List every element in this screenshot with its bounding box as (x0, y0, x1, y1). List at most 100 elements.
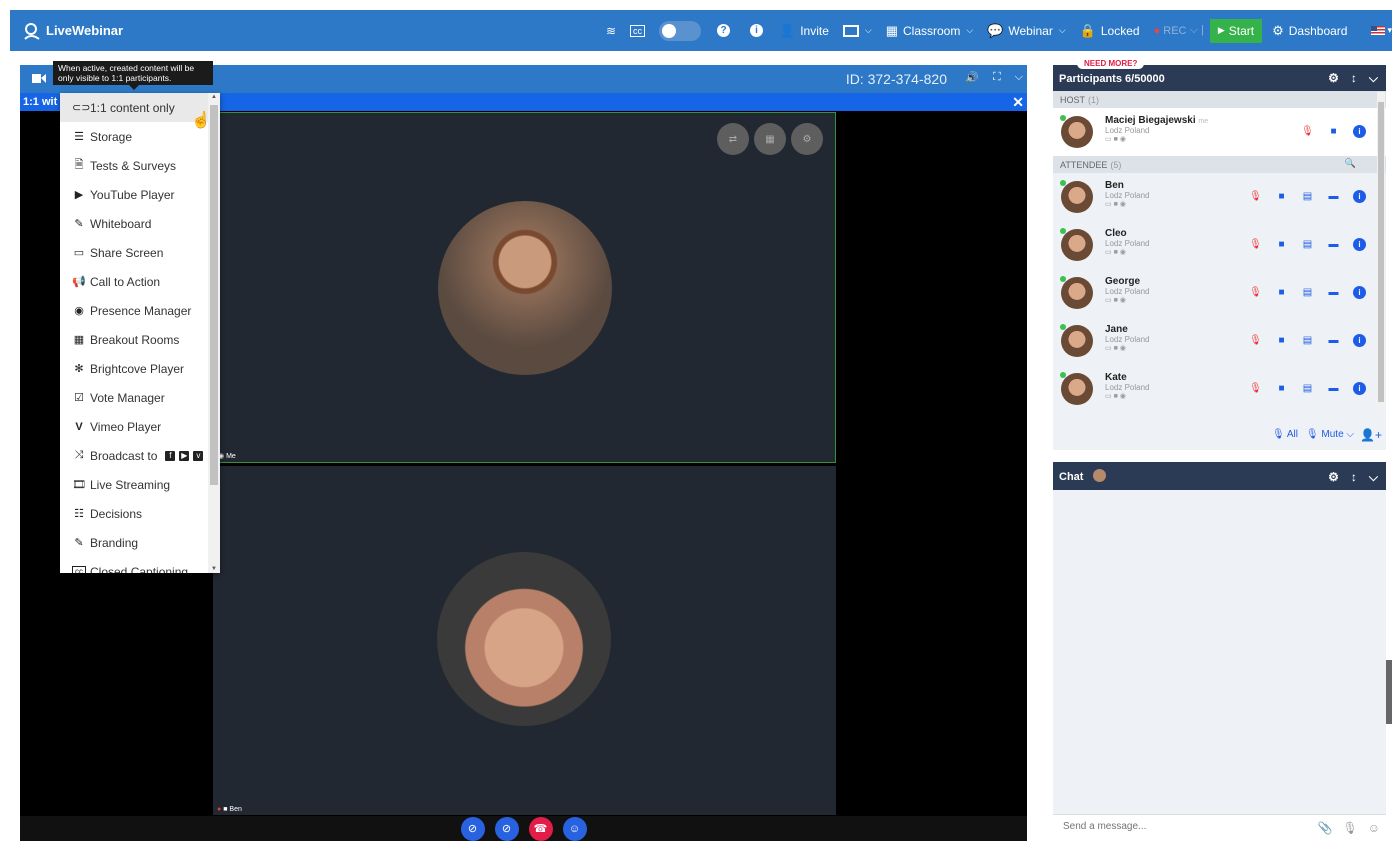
screen-access-icon[interactable]: ▬ (1327, 334, 1340, 347)
info-icon[interactable]: i (1353, 125, 1366, 138)
participant-row[interactable]: George Lodz Poland ▭■◉ 🎙 ■ ▤ ▬ i (1053, 269, 1386, 317)
volume-icon[interactable]: 🔊 (965, 71, 979, 84)
menu-item-presence-manager[interactable]: ◉ Presence Manager (60, 296, 220, 325)
language-selector[interactable]: ▾ (1371, 25, 1392, 36)
scroll-down-icon[interactable]: ▼ (211, 566, 217, 572)
screen-access-icon[interactable]: ▬ (1327, 382, 1340, 395)
camera-icon[interactable] (32, 73, 46, 84)
menu-item-branding[interactable]: ✎ Branding (60, 528, 220, 557)
chevron-down-icon[interactable]: ⌵ (1369, 71, 1378, 86)
menu-item-live-streaming[interactable]: 🎞 Live Streaming (60, 470, 220, 499)
scroll-thumb[interactable] (210, 105, 218, 485)
participant-row[interactable]: Jane Lodz Poland ▭■◉ 🎙 ■ ▤ ▬ i (1053, 317, 1386, 365)
menu-item-whiteboard[interactable]: ✎ Whiteboard (60, 209, 220, 238)
info-icon[interactable]: i (1353, 382, 1366, 395)
whiteboard-access-icon[interactable]: ▤ (1301, 334, 1314, 347)
search-icon[interactable]: 🔍 (1345, 158, 1356, 169)
need-more-badge[interactable]: NEED MORE? (1077, 58, 1145, 69)
info-icon[interactable]: i (1353, 334, 1366, 347)
participants-scrollbar[interactable] (1377, 92, 1385, 412)
locked-button[interactable]: 🔒 Locked (1080, 23, 1140, 39)
emoji-icon[interactable]: ☺ (1368, 821, 1380, 835)
brand-logo[interactable]: LiveWebinar (10, 22, 210, 40)
classroom-button[interactable]: ▦ Classroom ⌵ (886, 23, 973, 39)
screen-access-icon[interactable]: ▬ (1327, 238, 1340, 251)
whiteboard-access-icon[interactable]: ▤ (1301, 190, 1314, 203)
dashboard-button[interactable]: ⚙ Dashboard (1272, 23, 1347, 39)
info-icon[interactable]: i (750, 24, 763, 37)
menu-item-vote-manager[interactable]: ☑ Vote Manager (60, 383, 220, 412)
menu-item-call-to-action[interactable]: 📢 Call to Action (60, 267, 220, 296)
resize-icon[interactable]: ↕ (1351, 71, 1357, 86)
settings-icon[interactable]: ⚙ (791, 123, 823, 155)
screen-access-icon[interactable]: ▬ (1327, 190, 1340, 203)
scroll-up-icon[interactable]: ▲ (211, 94, 217, 100)
participant-row[interactable]: Cleo Lodz Poland ▭■◉ 🎙 ■ ▤ ▬ i (1053, 221, 1386, 269)
camera-off-button[interactable]: ⊘ (460, 816, 485, 841)
participant-row[interactable]: Ben Lodz Poland ▭■◉ 🎙 ■ ▤ ▬ i (1053, 173, 1386, 221)
whiteboard-access-icon[interactable]: ▤ (1301, 238, 1314, 251)
mode-toggle[interactable] (659, 20, 701, 41)
whiteboard-access-icon[interactable]: ▤ (1301, 382, 1314, 395)
layout-tile-icon[interactable]: ▦ (754, 123, 786, 155)
screen-access-icon[interactable]: ▬ (1327, 286, 1340, 299)
add-user-icon[interactable]: 👤+ (1360, 428, 1382, 442)
mic-icon[interactable]: 🎙 (1249, 382, 1262, 395)
rec-button[interactable]: ● REC ⌵ | (1154, 24, 1204, 37)
camera-icon[interactable]: ■ (1275, 286, 1288, 299)
mic-icon[interactable]: 🎙 (1343, 821, 1358, 835)
info-icon[interactable]: i (1353, 238, 1366, 251)
menu-scrollbar[interactable]: ▲ ▼ (208, 93, 220, 573)
video-tile-me[interactable]: ⇄ ▦ ⚙ ◉ Me (213, 112, 836, 463)
mute-button[interactable]: 🎙 Mute ⌵ (1306, 429, 1354, 440)
mic-all-button[interactable]: 🎙 All (1272, 429, 1298, 440)
paperclip-icon[interactable]: 📎 (1318, 821, 1333, 835)
mic-off-button[interactable]: ⊘ (494, 816, 519, 841)
message-input[interactable] (1063, 821, 1303, 832)
chevron-down-icon[interactable]: ⌵ (1015, 71, 1023, 84)
mic-icon[interactable]: 🎙 (1249, 334, 1262, 347)
camera-icon[interactable]: ■ (1275, 334, 1288, 347)
menu-item-breakout-rooms[interactable]: ▦ Breakout Rooms (60, 325, 220, 354)
menu-item-vimeo[interactable]: V Vimeo Player (60, 412, 220, 441)
scroll-thumb[interactable] (1378, 102, 1384, 402)
wifi-icon[interactable]: ≋ (606, 24, 616, 38)
participant-row[interactable]: Kate Lodz Poland ▭■◉ 🎙 ■ ▤ ▬ i (1053, 365, 1386, 413)
mic-icon[interactable]: 🎙 (1249, 190, 1262, 203)
chevron-down-icon[interactable]: ⌵ (1369, 470, 1378, 485)
mic-icon[interactable]: 🎙 (1301, 125, 1314, 138)
menu-item-closed-captioning[interactable]: cc Closed Captioning (60, 557, 220, 573)
emoji-button[interactable]: ☺ (562, 816, 587, 841)
camera-icon[interactable]: ■ (1275, 382, 1288, 395)
hangup-button[interactable]: ☎ (528, 816, 553, 841)
gear-icon[interactable]: ⚙ (1328, 71, 1339, 86)
menu-item-tests-surveys[interactable]: 🗎 Tests & Surveys (60, 151, 220, 180)
swap-icon[interactable]: ⇄ (717, 123, 749, 155)
camera-icon[interactable]: ■ (1327, 125, 1340, 138)
webinar-button[interactable]: 💬 Webinar ⌵ (987, 23, 1065, 39)
resize-icon[interactable]: ↕ (1351, 470, 1357, 485)
layout-button[interactable]: ⌵ (842, 24, 872, 37)
invite-button[interactable]: 👤 Invite (779, 23, 829, 39)
video-tile-ben[interactable]: ● ■ Ben (213, 466, 836, 815)
info-icon[interactable]: i (1353, 286, 1366, 299)
start-button[interactable]: ▶ Start (1209, 18, 1263, 43)
menu-item-broadcast[interactable]: ⤨ Broadcast to f ▶ v (60, 441, 220, 470)
mic-icon[interactable]: 🎙 (1249, 286, 1262, 299)
participant-row[interactable]: Maciej Biegajewski me Lodz Poland ▭■◉ 🎙 … (1053, 108, 1386, 156)
menu-item-decisions[interactable]: ☷ Decisions (60, 499, 220, 528)
help-icon[interactable]: ? (717, 24, 730, 37)
side-panel-handle[interactable] (1386, 660, 1392, 724)
close-icon[interactable]: ✕ (1012, 94, 1024, 111)
info-icon[interactable]: i (1353, 190, 1366, 203)
whiteboard-access-icon[interactable]: ▤ (1301, 286, 1314, 299)
menu-item-share-screen[interactable]: ▭ Share Screen (60, 238, 220, 267)
fullscreen-icon[interactable]: ⛶ (993, 71, 1001, 84)
gear-icon[interactable]: ⚙ (1328, 470, 1339, 485)
mic-icon[interactable]: 🎙 (1249, 238, 1262, 251)
menu-item-youtube[interactable]: ▶ YouTube Player (60, 180, 220, 209)
cc-icon[interactable]: cc (630, 24, 645, 37)
menu-item-brightcove[interactable]: ✻ Brightcove Player (60, 354, 220, 383)
camera-icon[interactable]: ■ (1275, 190, 1288, 203)
camera-icon[interactable]: ■ (1275, 238, 1288, 251)
